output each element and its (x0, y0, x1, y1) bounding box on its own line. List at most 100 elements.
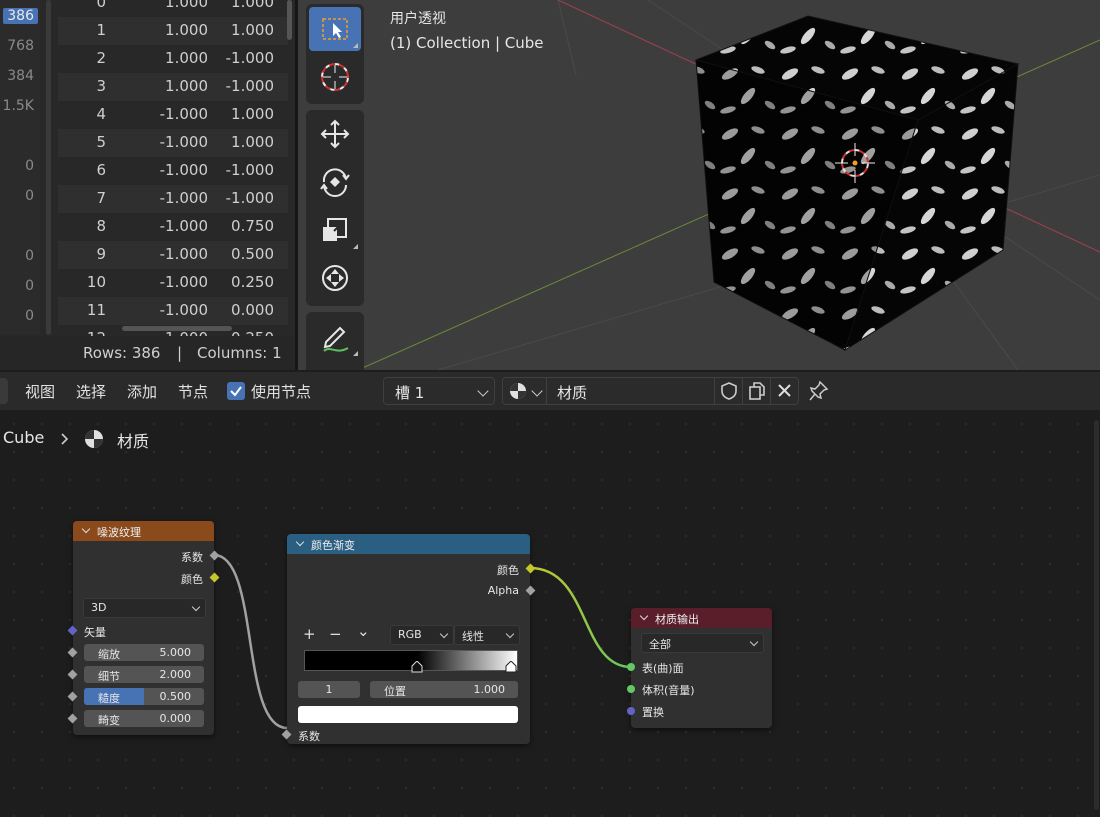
output-surface-socket[interactable] (627, 663, 635, 671)
menu-add[interactable]: 添加 (127, 381, 157, 402)
horizontal-scrollbar[interactable] (122, 326, 232, 331)
value-cell: -1.000 (225, 77, 274, 95)
collapse-chevron-icon[interactable] (639, 611, 649, 621)
noise-roughness-field[interactable]: 糙度 0.500 (84, 688, 204, 705)
output-volume-socket[interactable] (627, 685, 635, 693)
output-displacement-socket[interactable] (627, 707, 635, 715)
ramp-position-field[interactable]: 位置 1.000 (370, 681, 518, 698)
scale-tool[interactable] (309, 208, 361, 252)
domain-count-item[interactable]: 1.5K (3, 98, 34, 114)
row-index-cell: 8 (96, 217, 106, 235)
noise-detail-field[interactable]: 细节 2.000 (84, 666, 204, 683)
cursor-tool[interactable] (309, 55, 361, 99)
noise-node-header[interactable]: 噪波纹理 (73, 521, 214, 541)
close-icon (778, 384, 791, 397)
node-canvas[interactable]: Cube 材质 噪波纹理 系数 颜色 3D 矢量 缩放 5.000 细节 2.0… (0, 410, 1100, 817)
domain-count-item[interactable]: 768 (7, 38, 34, 54)
material-browse-button[interactable] (502, 377, 548, 405)
select-box-tool[interactable] (309, 7, 361, 51)
noise-dimension-value: 3D (91, 601, 107, 614)
unlink-material-button[interactable] (770, 377, 799, 405)
ramp-stop-white-icon[interactable] (505, 661, 517, 673)
output-target: 全部 (649, 638, 671, 651)
noise-scale-field[interactable]: 缩放 5.000 (84, 644, 204, 661)
value-cell: -1.000 (159, 189, 208, 207)
value-cell: 1.000 (165, 21, 208, 39)
node-editor-header: 视图 选择 添加 节点 使用节点 槽 1 材质 (0, 372, 1100, 410)
material-name-field[interactable]: 材质 (546, 377, 716, 405)
value-cell: 1.000 (165, 77, 208, 95)
fake-user-button[interactable] (714, 377, 744, 405)
move-tool[interactable] (309, 112, 361, 156)
use-nodes-checkbox[interactable] (227, 382, 245, 400)
noise-scale-value: 5.000 (159, 646, 192, 659)
spreadsheet-footer: Rows: 386 | Columns: 1 (0, 336, 295, 370)
noise-texture-node[interactable]: 噪波纹理 系数 颜色 3D 矢量 缩放 5.000 细节 2.000 糙度 0.… (67, 521, 220, 735)
noise-vector-label: 矢量 (84, 626, 106, 639)
ramp-node-header[interactable]: 颜色渐变 (287, 534, 530, 554)
noise-distortion-field[interactable]: 畸变 0.000 (84, 710, 204, 727)
color-ramp-node[interactable]: 颜色渐变 颜色 Alpha + − ⌄ RGB 线性 1 位置 1.000 系数 (281, 534, 536, 744)
domain-count-item[interactable]: 0 (25, 158, 34, 174)
pin-icon[interactable] (809, 380, 829, 402)
value-cell: 0.500 (231, 245, 274, 263)
menu-view[interactable]: 视图 (25, 381, 55, 402)
value-cell: 1.000 (231, 133, 274, 151)
domain-count-item[interactable]: 0 (25, 248, 34, 264)
ramp-stop-black-icon[interactable] (411, 661, 423, 673)
output-target-dropdown[interactable]: 全部 (641, 633, 764, 653)
value-cell: -1.000 (159, 273, 208, 291)
output-surface-label: 表(曲)面 (642, 662, 684, 675)
3d-viewport[interactable]: 用户透视 (1) Collection | Cube (298, 0, 1100, 370)
domain-count-item[interactable]: 0 (25, 188, 34, 204)
noise-distortion-value: 0.000 (159, 712, 192, 725)
row-index-cell: 9 (96, 245, 106, 263)
transform-tool[interactable] (309, 256, 361, 300)
editor-type-button[interactable] (0, 378, 8, 404)
spreadsheet-table: 0 1.000 1.000 1 1.000 1.000 2 1.000 -1.000 3 1.000… (58, 0, 288, 347)
table-row: 7 -1.000 -1.000 (58, 185, 288, 213)
value-cell: 1.000 (231, 105, 274, 123)
material-output-node[interactable]: 材质输出 全部 表(曲)面 体积(音量) 置换 (627, 608, 772, 728)
slot-dropdown[interactable]: 槽 1 (383, 377, 495, 405)
domain-count-item[interactable]: 0 (25, 278, 34, 294)
row-index-cell: 6 (96, 161, 106, 179)
remove-stop-button[interactable]: − (329, 625, 342, 643)
duplicate-material-button[interactable] (742, 377, 772, 405)
add-stop-button[interactable]: + (303, 625, 316, 643)
spreadsheet-panel: 386 768 384 1.5K 0 0 0 0 0 0 1.000 1.000 1 1.000 1.00… (0, 0, 295, 370)
rotate-tool[interactable] (309, 160, 361, 204)
annotate-tool[interactable] (309, 315, 361, 359)
row-index-cell: 10 (86, 273, 106, 291)
node-editor-scrollbar[interactable] (1094, 420, 1099, 810)
ramp-stop-index-field[interactable]: 1 (298, 681, 360, 698)
ramp-output-alpha: Alpha (487, 584, 519, 597)
row-index-cell: 5 (96, 133, 106, 151)
vertical-scrollbar[interactable] (287, 0, 292, 40)
row-index-cell: 11 (86, 301, 106, 319)
menu-node[interactable]: 节点 (178, 381, 208, 402)
ramp-menu-button[interactable]: ⌄ (357, 622, 370, 640)
ramp-position-label: 位置 (384, 685, 406, 698)
ramp-interpolation: 线性 (462, 630, 484, 643)
viewport-title: 用户透视 (390, 11, 446, 27)
rows-count: Rows: 386 (83, 344, 161, 362)
output-node-title: 材质输出 (655, 613, 699, 626)
noise-roughness-label: 糙度 (98, 692, 120, 705)
menu-select[interactable]: 选择 (76, 381, 106, 402)
row-index-cell: 0 (96, 0, 106, 11)
domain-count-item[interactable]: 386 (3, 8, 38, 24)
ramp-stop-color-swatch[interactable] (298, 706, 518, 723)
ramp-color-mode-dropdown[interactable]: RGB (390, 625, 454, 645)
left-scrollbar[interactable] (46, 0, 51, 335)
domain-count-item[interactable]: 384 (7, 68, 34, 84)
ramp-interpolation-dropdown[interactable]: 线性 (454, 625, 520, 645)
footer-separator: | (177, 344, 183, 362)
collapse-chevron-icon[interactable] (81, 524, 91, 534)
link-ramp-to-output (529, 566, 632, 669)
row-index-cell: 1 (96, 21, 106, 39)
collapse-chevron-icon[interactable] (295, 537, 305, 547)
domain-count-item[interactable]: 0 (25, 308, 34, 324)
noise-dimension-dropdown[interactable]: 3D (83, 598, 206, 618)
output-node-header[interactable]: 材质输出 (631, 608, 772, 628)
